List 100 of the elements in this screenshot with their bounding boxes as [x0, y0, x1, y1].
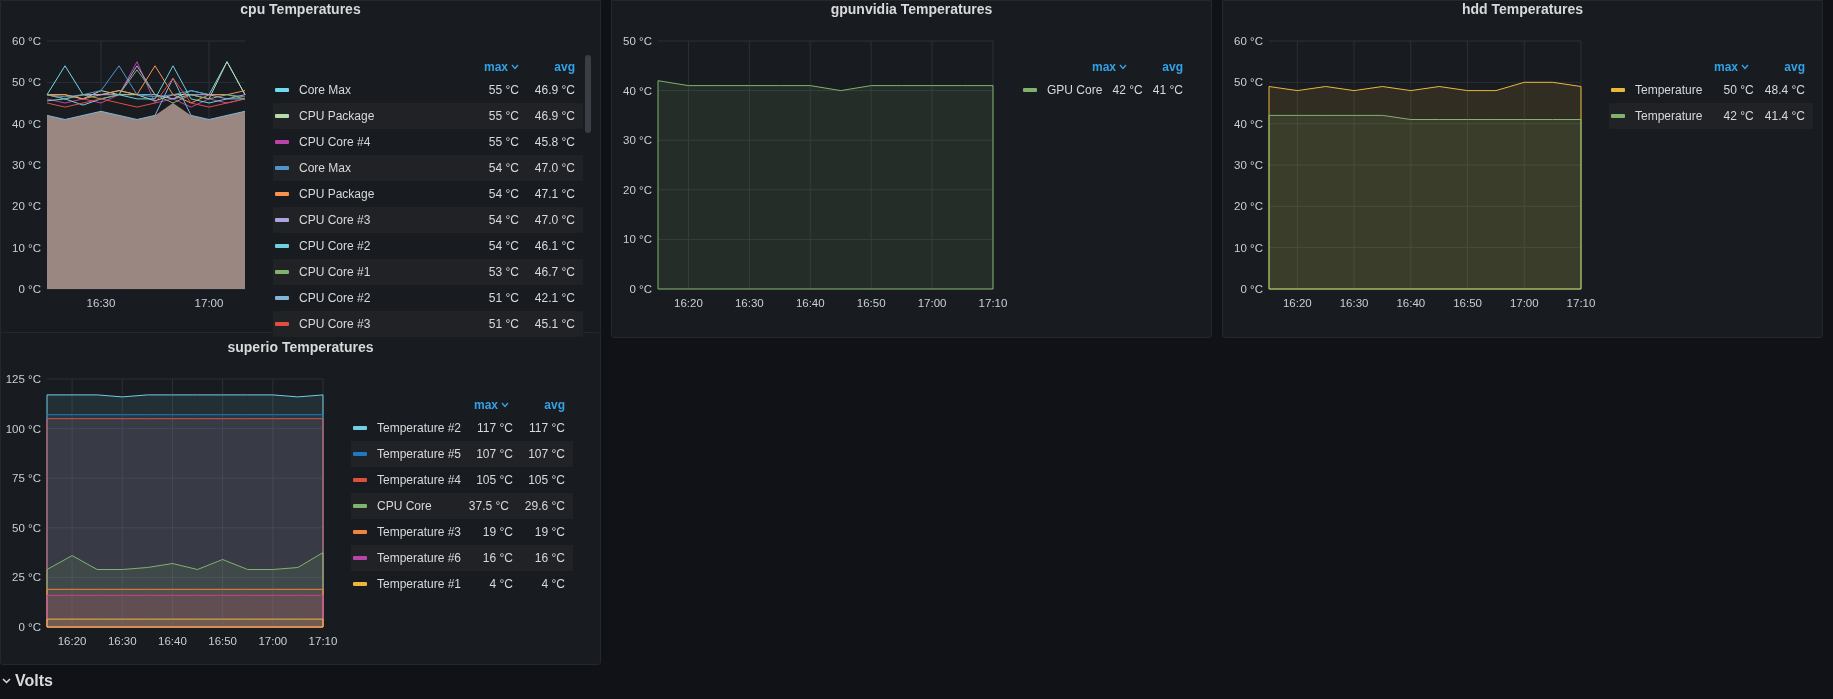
legend-value: 42 °C: [1111, 82, 1143, 99]
legend-label: Temperature #4: [377, 472, 462, 489]
axis-label: 17:00: [1509, 297, 1539, 309]
legend-row[interactable]: CPU Core #2 54 °C 46.1 °C: [273, 233, 583, 259]
legend-value: 42.1 °C: [533, 290, 575, 307]
legend-value: 55 °C: [487, 134, 519, 151]
axis-label: 17:10: [308, 635, 338, 647]
panel-title: superio Temperatures: [227, 339, 374, 357]
legend-row[interactable]: CPU Core #4 55 °C 45.8 °C: [273, 129, 583, 155]
legend-value: 47.0 °C: [533, 160, 575, 177]
legend-value: 51 °C: [487, 316, 519, 333]
legend-row[interactable]: Temperature #4 105 °C 105 °C: [351, 467, 573, 493]
legend-row[interactable]: Temperature #2 117 °C 117 °C: [351, 415, 573, 441]
legend-label: Temperature #2: [377, 420, 462, 437]
legend-value: 117 °C: [476, 420, 513, 437]
axis-label: 16:50: [208, 635, 238, 647]
axis-label: 16:20: [57, 635, 87, 647]
legend-row[interactable]: Temperature #3 19 °C 19 °C: [351, 519, 573, 545]
axis-label: 17:00: [917, 297, 947, 309]
legend-label: CPU Core #3: [299, 212, 372, 229]
legend-value: 105 °C: [475, 472, 513, 489]
legend-value: 117 °C: [528, 420, 565, 437]
legend-row[interactable]: CPU Package 55 °C 46.9 °C: [273, 103, 583, 129]
legend-value: 54 °C: [487, 238, 519, 255]
legend-label: Temperature #5: [377, 446, 462, 463]
legend-value: 46.1 °C: [533, 238, 575, 255]
legend-value: 19 °C: [533, 524, 565, 541]
column-header[interactable]: max: [463, 58, 519, 76]
scrollbar[interactable]: [585, 55, 591, 133]
column-header[interactable]: max: [1693, 58, 1749, 76]
legend-value: 48.4 °C: [1763, 82, 1805, 99]
axis-label: 16:50: [1453, 297, 1482, 309]
column-header[interactable]: max: [1071, 58, 1127, 76]
axis-label: 0 °C: [629, 283, 652, 295]
axis-label: 16:30: [86, 297, 116, 309]
legend-value: 53 °C: [487, 264, 519, 281]
axis-label: 50 °C: [12, 76, 41, 89]
legend-value: 54 °C: [487, 212, 519, 229]
axis-label: 40 °C: [12, 117, 41, 130]
legend-row[interactable]: CPU Core #1 53 °C 46.7 °C: [273, 259, 583, 285]
axis-label: 60 °C: [1234, 35, 1263, 47]
axis-label: 60 °C: [12, 35, 41, 47]
legend-value: 45.8 °C: [533, 134, 575, 151]
column-header[interactable]: avg: [519, 58, 575, 76]
axis-label: 100 °C: [5, 422, 41, 435]
legend-row[interactable]: Temperature #1 4 °C 4 °C: [351, 571, 573, 597]
legend-label: Core Max: [299, 82, 352, 99]
axis-label: 20 °C: [623, 183, 652, 196]
legend-value: 107 °C: [527, 446, 565, 463]
axis-label: 0 °C: [18, 283, 41, 295]
legend-value: 105 °C: [527, 472, 565, 489]
axis-label: 40 °C: [1234, 117, 1263, 130]
axis-label: 30 °C: [623, 134, 652, 147]
row-header[interactable]: Volts: [2, 669, 53, 693]
legend-row[interactable]: CPU Core #3 51 °C 45.1 °C: [273, 311, 583, 337]
legend-label: CPU Core #4: [299, 134, 372, 151]
axis-label: 25 °C: [12, 571, 41, 584]
legend-row[interactable]: Temperature 42 °C 41.4 °C: [1609, 103, 1813, 129]
axis-label: 17:10: [1566, 297, 1596, 309]
legend-value: 41.4 °C: [1763, 108, 1805, 125]
legend-value: 55 °C: [487, 82, 519, 99]
legend-row[interactable]: CPU Core #3 54 °C 47.0 °C: [273, 207, 583, 233]
axis-label: 17:00: [258, 635, 288, 647]
axis-label: 40 °C: [623, 84, 652, 97]
legend-label: CPU Core #2: [299, 290, 372, 307]
axis-label: 17:10: [978, 297, 1008, 309]
legend-row[interactable]: Core Max 55 °C 46.9 °C: [273, 77, 583, 103]
legend-value: 50 °C: [1722, 82, 1754, 99]
legend-value: 42 °C: [1722, 108, 1754, 125]
legend-label: Core Max: [299, 160, 352, 177]
legend-value: 51 °C: [487, 290, 519, 307]
legend-row[interactable]: Core Max 54 °C 47.0 °C: [273, 155, 583, 181]
axis-label: 16:20: [1282, 297, 1312, 309]
column-header[interactable]: avg: [1749, 58, 1805, 76]
axis-label: 20 °C: [1234, 200, 1263, 213]
column-header[interactable]: avg: [509, 396, 565, 414]
legend-label: CPU Core #2: [299, 238, 372, 255]
legend-value: 37.5 °C: [467, 498, 509, 515]
legend-value: 46.9 °C: [533, 108, 575, 125]
axis-label: 30 °C: [12, 159, 41, 171]
legend-row[interactable]: CPU Core 37.5 °C 29.6 °C: [351, 493, 573, 519]
legend-row[interactable]: CPU Core #2 51 °C 42.1 °C: [273, 285, 583, 311]
column-header[interactable]: avg: [1127, 58, 1183, 76]
axis-label: 10 °C: [623, 233, 652, 246]
legend-value: 45.1 °C: [533, 316, 575, 333]
legend-value: 46.9 °C: [533, 82, 575, 99]
legend-row[interactable]: GPU Core 42 °C 41 °C: [1021, 77, 1191, 103]
legend-value: 29.6 °C: [523, 498, 565, 515]
legend-row[interactable]: Temperature #5 107 °C 107 °C: [351, 441, 573, 467]
axis-label: 16:20: [674, 297, 703, 309]
column-header[interactable]: max: [453, 396, 509, 414]
legend-row[interactable]: Temperature #6 16 °C 16 °C: [351, 545, 573, 571]
legend-row[interactable]: Temperature 50 °C 48.4 °C: [1609, 77, 1813, 103]
legend-value: 16 °C: [533, 550, 565, 567]
legend-value: 4 °C: [488, 576, 513, 593]
legend-row[interactable]: CPU Package 54 °C 47.1 °C: [273, 181, 583, 207]
legend-label: CPU Package: [299, 186, 376, 203]
axis-label: 0 °C: [1240, 283, 1263, 295]
axis-label: 16:40: [158, 635, 187, 647]
legend-label: GPU Core: [1047, 82, 1103, 99]
